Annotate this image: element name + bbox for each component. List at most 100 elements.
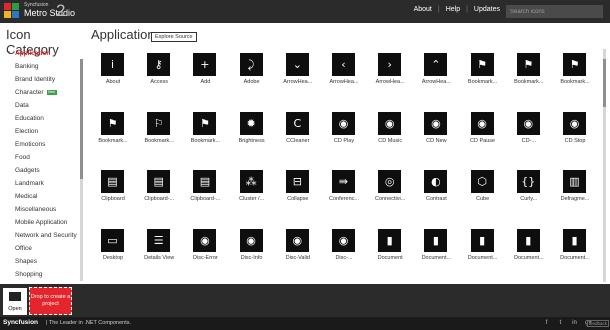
sidebar-item-banking[interactable]: Banking	[0, 60, 80, 73]
icon-tile[interactable]: ⚑ Bookmark...	[507, 49, 553, 93]
icon-tile[interactable]: ◐ Contrast	[414, 166, 460, 210]
icon-tile[interactable]: ⚐ Bookmark...	[137, 108, 183, 152]
icon-label: Bookmark...	[514, 79, 544, 85]
icon-tile[interactable]: › ArrowHea...	[368, 49, 414, 93]
sidebar-item-mobile-application[interactable]: Mobile Application	[0, 216, 80, 229]
defragment-icon: ▥	[563, 170, 586, 193]
sidebar-item-emoticons[interactable]: Emoticons	[0, 138, 80, 151]
icon-tile[interactable]: ⚑ Bookmark...	[91, 108, 137, 152]
icon-tile[interactable]: ⤸ Adobe	[230, 49, 276, 93]
sidebar-item-office[interactable]: Office	[0, 242, 80, 255]
sidebar-item-shapes[interactable]: Shapes	[0, 255, 80, 268]
icon-tile[interactable]: ▮ Document	[368, 225, 414, 269]
icon-tile[interactable]: ⊟ Collapse	[276, 166, 322, 210]
twitter-icon[interactable]: t	[557, 320, 564, 327]
social-links: f t in g+	[543, 320, 592, 327]
explore-source-button[interactable]: Explore Source	[151, 32, 197, 42]
icon-tile[interactable]: {} Curly...	[507, 166, 553, 210]
adobe-icon: ⤸	[239, 53, 263, 76]
sidebar-item-character[interactable]: Character New	[0, 86, 80, 99]
open-label: Open	[8, 306, 22, 312]
sidebar-item-gadgets[interactable]: Gadgets	[0, 164, 80, 177]
icon-tile[interactable]: ⇛ Conferenc...	[322, 166, 368, 210]
icon-tile[interactable]: ◉ CD-...	[507, 108, 553, 152]
icon-tile[interactable]: ◉ CD Play	[322, 108, 368, 152]
icon-tile[interactable]: ‹ ArrowHea...	[322, 49, 368, 93]
icon-tile[interactable]: ⁂ Cluster /...	[230, 166, 276, 210]
icon-tile[interactable]: ◉ Disc-Error	[183, 225, 229, 269]
icon-label: Brightness	[238, 137, 265, 144]
icon-tile[interactable]: C CCleaner	[276, 108, 322, 152]
syncfusion-logo[interactable]: Syncfusion	[3, 319, 38, 326]
about-link[interactable]: About	[414, 6, 432, 13]
drop-zone[interactable]: Drop to create a project	[29, 287, 72, 315]
icon-tile[interactable]: ◉ Disc-...	[322, 225, 368, 269]
sidebar-item-election[interactable]: Election	[0, 125, 80, 138]
icon-grid-scrollbar[interactable]	[603, 49, 606, 282]
icon-tile[interactable]: ◉ CD Music	[368, 108, 414, 152]
open-button[interactable]: Open	[3, 288, 27, 315]
sidebar-item-education[interactable]: Education	[0, 112, 80, 125]
sidebar-item-data[interactable]: Data	[0, 99, 80, 112]
sidebar-item-food[interactable]: Food	[0, 151, 80, 164]
icon-grid-scroll-thumb[interactable]	[603, 59, 606, 107]
icon-tile[interactable]: ▤ Clipboard-...	[137, 166, 183, 210]
sidebar-item-network-and-security[interactable]: Network and Security	[0, 229, 80, 242]
icon-tile[interactable]: ⚑ Bookmark...	[461, 49, 507, 93]
icon-tile[interactable]: ▭ Desktop	[91, 225, 137, 269]
clipboard-icon: ▤	[101, 170, 124, 193]
icon-tile[interactable]: ▥ Defragme...	[553, 166, 599, 210]
icon-tile[interactable]: ⬡ Cube	[461, 166, 507, 210]
icon-tile[interactable]: ◉ CD Pause	[461, 108, 507, 152]
sidebar-item-medical[interactable]: Medical	[0, 190, 80, 203]
linkedin-icon[interactable]: in	[571, 320, 578, 327]
icon-label: CD Music	[378, 137, 403, 144]
icon-tile[interactable]: ◎ Connectivi...	[368, 166, 414, 210]
icon-tile[interactable]: ▮ Document...	[414, 225, 460, 269]
top-nav: About | Help | Updates	[414, 6, 500, 13]
sidebar-item-application[interactable]: › Application	[0, 47, 80, 60]
sidebar-scrollbar[interactable]	[80, 59, 83, 281]
icon-label: Contrast	[425, 196, 447, 202]
icon-tile[interactable]: i About	[91, 49, 137, 93]
icon-label: Cluster /...	[239, 196, 265, 202]
help-link[interactable]: Help	[446, 6, 460, 13]
icon-tile[interactable]: ☰ Details View	[137, 225, 183, 269]
icon-tile[interactable]: ⚷ Access	[137, 49, 183, 93]
sidebar-item-landmark[interactable]: Landmark	[0, 177, 80, 190]
feedback-button[interactable]: feedback	[586, 320, 609, 327]
icon-tile[interactable]: ◉ CD Stop	[553, 108, 599, 152]
icon-tile[interactable]: ⌄ ArrowHea...	[276, 49, 322, 93]
sidebar-item-shopping[interactable]: Shopping	[0, 268, 80, 281]
icon-tile[interactable]: ⚑ Bookmark...	[183, 108, 229, 152]
icon-tile[interactable]: ◉ Disc-Info	[230, 225, 276, 269]
icon-tile[interactable]: ▮ Document...	[461, 225, 507, 269]
cube-icon: ⬡	[470, 170, 494, 193]
sidebar-item-label: Banking	[15, 63, 39, 70]
sidebar-scroll-thumb[interactable]	[80, 59, 83, 179]
sidebar-item-label: Election	[15, 128, 39, 135]
curly-braces-icon: {}	[516, 170, 540, 193]
icon-tile[interactable]: + Add	[183, 49, 229, 93]
sidebar-item-brand-identity[interactable]: Brand Identity	[0, 73, 80, 86]
icon-tile[interactable]: ▤ Clipboard	[91, 166, 137, 210]
icon-label: Clipboard-...	[144, 196, 175, 202]
document-edit-icon: ▮	[470, 228, 494, 252]
icon-tile[interactable]: ⚑ Bookmark...	[553, 49, 599, 93]
facebook-icon[interactable]: f	[543, 320, 550, 327]
icon-tile[interactable]: ◉ Disc-Valid	[276, 225, 322, 269]
icon-tile[interactable]: ▮ Document...	[553, 225, 599, 269]
icon-tile[interactable]: ▤ Clipboard-...	[183, 166, 229, 210]
brightness-icon: ✹	[239, 111, 263, 135]
icon-tile[interactable]: ▮ Document...	[507, 225, 553, 269]
icon-tile[interactable]: ✹ Brightness	[230, 108, 276, 152]
updates-link[interactable]: Updates	[474, 6, 500, 13]
search-input[interactable]	[506, 5, 603, 18]
icon-label: Collapse	[287, 196, 309, 202]
icon-tile[interactable]: ⌃ ArrowHea...	[414, 49, 460, 93]
icon-tile[interactable]: ◉ CD New	[414, 108, 460, 152]
sidebar-item-miscellaneous[interactable]: Miscellaneous	[0, 203, 80, 216]
icon-label: CD Play	[333, 137, 355, 144]
disc-valid-icon: ◉	[285, 228, 309, 252]
cd-stop-icon: ◉	[563, 111, 586, 135]
